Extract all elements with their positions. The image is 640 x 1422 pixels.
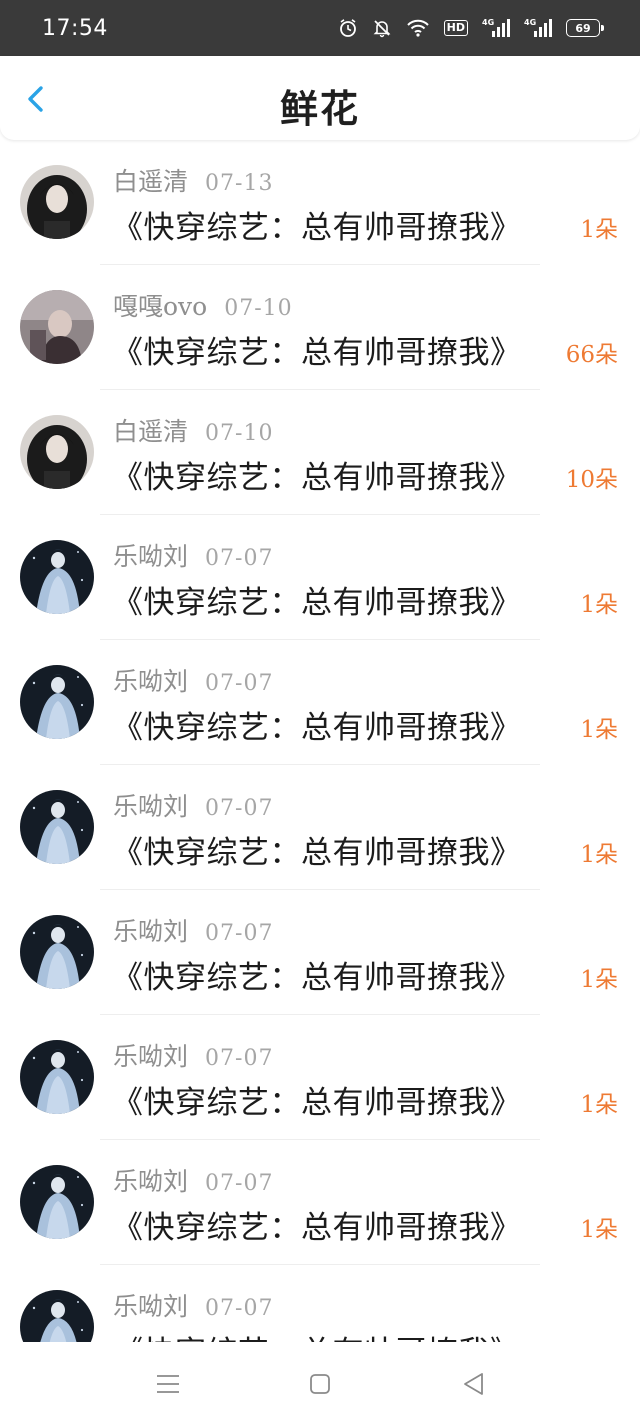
username: 乐呦刘 bbox=[113, 1292, 189, 1321]
list-item[interactable]: 乐呦刘 07-07 《快穿综艺：总有帅哥撩我》 1朵 bbox=[0, 640, 640, 765]
book-title: 《快穿综艺：总有帅哥撩我》 bbox=[112, 1210, 522, 1246]
header: 鲜花 bbox=[0, 56, 640, 140]
flower-count: 1朵 bbox=[580, 842, 618, 868]
page-title: 鲜花 bbox=[279, 86, 360, 131]
date: 07-07 bbox=[205, 546, 274, 571]
status-time: 17:54 bbox=[42, 15, 108, 41]
date: 07-07 bbox=[205, 1296, 274, 1321]
battery-icon: 69 bbox=[566, 19, 604, 37]
list-item[interactable]: 乐呦刘 07-07 《快穿综艺：总有帅哥撩我》 1朵 bbox=[0, 890, 640, 1015]
username: 乐呦刘 bbox=[113, 917, 189, 946]
item-meta: 乐呦刘 07-07 bbox=[113, 787, 273, 823]
alarm-icon bbox=[338, 18, 358, 38]
avatar[interactable] bbox=[20, 665, 94, 739]
date: 07-07 bbox=[205, 1171, 274, 1196]
home-square-icon bbox=[310, 1374, 330, 1394]
avatar[interactable] bbox=[20, 1040, 94, 1114]
mute-icon bbox=[372, 18, 392, 38]
book-title: 《快穿综艺：总有帅哥撩我》 bbox=[112, 1327, 522, 1342]
flower-count: 1朵 bbox=[580, 1335, 618, 1342]
date: 07-07 bbox=[205, 796, 274, 821]
username: 嘎嘎ovo bbox=[113, 292, 208, 321]
flower-count: 1朵 bbox=[580, 1217, 618, 1243]
item-meta: 乐呦刘 07-07 bbox=[113, 1287, 273, 1323]
book-title: 《快穿综艺：总有帅哥撩我》 bbox=[112, 460, 522, 496]
item-meta: 乐呦刘 07-07 bbox=[113, 1162, 273, 1198]
book-title: 《快穿综艺：总有帅哥撩我》 bbox=[112, 335, 522, 371]
item-meta: 白遥清 07-10 bbox=[113, 412, 273, 448]
item-meta: 乐呦刘 07-07 bbox=[113, 912, 273, 948]
date: 07-07 bbox=[205, 921, 274, 946]
item-meta: 乐呦刘 07-07 bbox=[113, 662, 273, 698]
username: 乐呦刘 bbox=[113, 1167, 189, 1196]
list-item[interactable]: 乐呦刘 07-07 《快穿综艺：总有帅哥撩我》 1朵 bbox=[0, 1015, 640, 1140]
flower-count: 1朵 bbox=[580, 717, 618, 743]
list-item[interactable]: 乐呦刘 07-07 《快穿综艺：总有帅哥撩我》 1朵 bbox=[0, 1265, 640, 1342]
flower-count: 10朵 bbox=[565, 467, 618, 493]
book-title: 《快穿综艺：总有帅哥撩我》 bbox=[112, 1085, 522, 1121]
back-nav-button[interactable] bbox=[460, 1370, 488, 1398]
date: 07-13 bbox=[205, 171, 274, 196]
flower-count: 1朵 bbox=[580, 592, 618, 618]
date: 07-07 bbox=[205, 671, 274, 696]
hd-icon: HD bbox=[443, 20, 468, 36]
signal-4g-icon: 4G bbox=[482, 18, 510, 38]
username: 乐呦刘 bbox=[113, 667, 189, 696]
avatar[interactable] bbox=[20, 540, 94, 614]
username: 乐呦刘 bbox=[113, 792, 189, 821]
username: 乐呦刘 bbox=[113, 542, 189, 571]
avatar[interactable] bbox=[20, 915, 94, 989]
flower-count: 1朵 bbox=[580, 217, 618, 243]
status-icons: HD 4G 4G 69 bbox=[338, 18, 604, 38]
book-title: 《快穿综艺：总有帅哥撩我》 bbox=[112, 710, 522, 746]
date: 07-07 bbox=[205, 1046, 274, 1071]
menu-icon bbox=[157, 1375, 179, 1393]
signal-4g-icon: 4G bbox=[524, 18, 552, 38]
avatar[interactable] bbox=[20, 290, 94, 364]
flower-count: 1朵 bbox=[580, 967, 618, 993]
avatar[interactable] bbox=[20, 1165, 94, 1239]
book-title: 《快穿综艺：总有帅哥撩我》 bbox=[112, 210, 522, 246]
item-meta: 乐呦刘 07-07 bbox=[113, 537, 273, 573]
list-item[interactable]: 白遥清 07-13 《快穿综艺：总有帅哥撩我》 1朵 bbox=[0, 140, 640, 265]
list-item[interactable]: 乐呦刘 07-07 《快穿综艺：总有帅哥撩我》 1朵 bbox=[0, 515, 640, 640]
flower-count: 66朵 bbox=[565, 342, 618, 368]
wifi-icon bbox=[406, 18, 430, 38]
username: 乐呦刘 bbox=[113, 1042, 189, 1071]
date: 07-10 bbox=[224, 296, 293, 321]
list-item[interactable]: 嘎嘎ovo 07-10 《快穿综艺：总有帅哥撩我》 66朵 bbox=[0, 265, 640, 390]
item-meta: 嘎嘎ovo 07-10 bbox=[113, 287, 293, 323]
status-bar: 17:54 HD 4G 4G 69 bbox=[0, 0, 640, 56]
book-title: 《快穿综艺：总有帅哥撩我》 bbox=[112, 960, 522, 996]
home-button[interactable] bbox=[306, 1370, 334, 1398]
menu-button[interactable] bbox=[154, 1370, 182, 1398]
avatar[interactable] bbox=[20, 790, 94, 864]
flower-count: 1朵 bbox=[580, 1092, 618, 1118]
flower-list: 白遥清 07-13 《快穿综艺：总有帅哥撩我》 1朵 嘎嘎ovo 07-10 《快穿综艺：总… bbox=[0, 140, 640, 1342]
list-item[interactable]: 白遥清 07-10 《快穿综艺：总有帅哥撩我》 10朵 bbox=[0, 390, 640, 515]
list-item[interactable]: 乐呦刘 07-07 《快穿综艺：总有帅哥撩我》 1朵 bbox=[0, 1140, 640, 1265]
avatar[interactable] bbox=[20, 415, 94, 489]
avatar[interactable] bbox=[20, 165, 94, 239]
avatar[interactable] bbox=[20, 1290, 94, 1342]
item-meta: 乐呦刘 07-07 bbox=[113, 1037, 273, 1073]
item-meta: 白遥清 07-13 bbox=[113, 162, 273, 198]
back-triangle-icon bbox=[464, 1373, 483, 1395]
system-nav-bar bbox=[0, 1342, 640, 1422]
username: 白遥清 bbox=[113, 167, 189, 196]
date: 07-10 bbox=[205, 421, 274, 446]
list-item[interactable]: 乐呦刘 07-07 《快穿综艺：总有帅哥撩我》 1朵 bbox=[0, 765, 640, 890]
book-title: 《快穿综艺：总有帅哥撩我》 bbox=[112, 835, 522, 871]
username: 白遥清 bbox=[113, 417, 189, 446]
book-title: 《快穿综艺：总有帅哥撩我》 bbox=[112, 585, 522, 621]
